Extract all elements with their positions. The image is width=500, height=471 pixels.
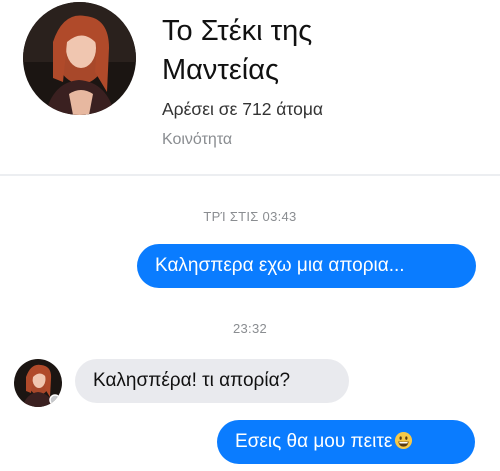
grinning-face-icon [394,431,413,450]
message-text: Καλησπερα εχω μια απορια... [155,255,405,276]
page-category: Κοινότητα [162,131,233,148]
incoming-message-bubble[interactable]: Καλησπέρα! τι απορία? [75,359,349,403]
page-avatar[interactable] [23,2,136,115]
message-timestamp: 23:32 [232,321,268,336]
sender-avatar[interactable] [14,359,62,407]
outgoing-message-bubble[interactable]: Εσεις θα μου πειτε [217,420,475,464]
message-timestamp: ΤΡΊ ΣΤΙΣ 03:43 [203,209,297,224]
page-header: Το Στέκι της Μαντείας Αρέσει σε 712 άτομ… [0,0,500,168]
message-text: Εσεις θα μου πειτε [235,431,393,452]
page-likes-count: Αρέσει σε 712 άτομα [162,99,324,119]
message-text: Καλησπέρα! τι απορία? [93,370,291,391]
page-title[interactable]: Το Στέκι της Μαντείας [162,12,482,90]
outgoing-message-bubble[interactable]: Καλησπερα εχω μια απορια... [137,244,476,288]
header-divider [0,174,500,176]
